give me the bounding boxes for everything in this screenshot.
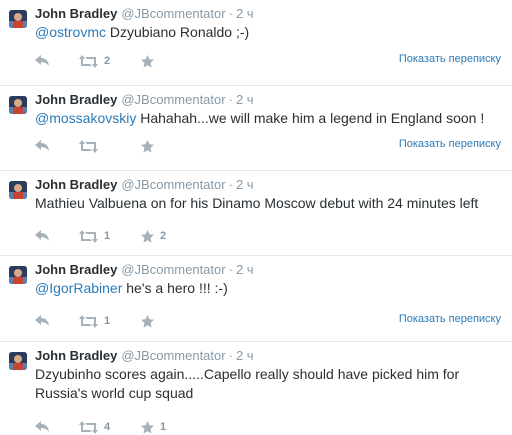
retweet-icon xyxy=(79,54,98,68)
author-name[interactable]: John Bradley xyxy=(35,6,117,21)
separator-dot: · xyxy=(228,177,233,192)
star-icon xyxy=(141,139,154,152)
retweet-button[interactable]: 1 xyxy=(79,227,110,245)
tweet-timestamp[interactable]: 2 ч xyxy=(236,262,254,277)
author-username[interactable]: @JBcommentator xyxy=(121,177,225,192)
mention-link[interactable]: @ostrovmc xyxy=(35,24,106,40)
author-username[interactable]: @JBcommentator xyxy=(121,6,225,21)
separator-dot: · xyxy=(228,262,233,277)
tweet-header: John Bradley @JBcommentator · 2 ч xyxy=(35,6,254,22)
mention-link[interactable]: @mossakovskiy xyxy=(35,110,136,126)
tweet-header: John Bradley @JBcommentator · 2 ч xyxy=(35,177,254,193)
avatar[interactable] xyxy=(9,266,27,284)
tweet-text: @IgorRabiner he's a hero !!! :-) xyxy=(35,279,505,298)
author-username[interactable]: @JBcommentator xyxy=(121,348,225,363)
author-name[interactable]: John Bradley xyxy=(35,348,117,363)
tweet-actions: Показать переписку xyxy=(35,137,505,155)
star-icon xyxy=(141,420,154,433)
tweet[interactable]: John Bradley @JBcommentator · 2 ч @ostrovmc… xyxy=(0,0,512,86)
author-name[interactable]: John Bradley xyxy=(35,262,117,277)
retweet-icon xyxy=(79,139,98,153)
avatar[interactable] xyxy=(9,10,27,28)
tweet-actions: 4 1 xyxy=(35,418,505,435)
avatar[interactable] xyxy=(9,181,27,199)
separator-dot: · xyxy=(228,92,233,107)
tweet[interactable]: John Bradley @JBcommentator · 2 ч @mossakov… xyxy=(0,86,512,171)
star-icon xyxy=(141,54,154,67)
avatar-image xyxy=(9,10,27,28)
retweet-button[interactable]: 4 xyxy=(79,418,110,435)
view-conversation-link[interactable]: Показать переписку xyxy=(399,53,501,65)
avatar-image xyxy=(9,181,27,199)
tweet-body: Hahahah...we will make him a legend in E… xyxy=(136,110,485,126)
tweet-actions: 2 Показать переписку xyxy=(35,52,505,70)
star-icon xyxy=(141,229,154,242)
retweet-button[interactable]: 2 xyxy=(79,52,110,70)
retweet-icon xyxy=(79,420,98,434)
reply-button[interactable] xyxy=(35,227,50,245)
avatar-image xyxy=(9,96,27,114)
avatar-image xyxy=(9,352,27,370)
tweet[interactable]: John Bradley @JBcommentator · 2 ч Dzyubinho… xyxy=(0,342,512,435)
reply-button[interactable] xyxy=(35,312,50,330)
reply-arrow-icon xyxy=(35,421,49,432)
reply-button[interactable] xyxy=(35,418,50,435)
tweet-body: he's a hero !!! :-) xyxy=(122,280,228,296)
retweet-button[interactable] xyxy=(79,137,104,155)
tweet-timestamp[interactable]: 2 ч xyxy=(236,177,254,192)
retweet-icon xyxy=(79,229,98,243)
retweet-count: 2 xyxy=(104,55,111,67)
author-name[interactable]: John Bradley xyxy=(35,177,117,192)
tweet-body: Dzyubinho scores again.....Capello reall… xyxy=(35,366,460,401)
tweet[interactable]: John Bradley @JBcommentator · 2 ч Mathieu V… xyxy=(0,171,512,256)
tweet-body: Dzyubiano Ronaldo ;-) xyxy=(106,24,250,40)
tweet-text: Mathieu Valbuena on for his Dinamo Mosco… xyxy=(35,194,505,213)
view-conversation-link[interactable]: Показать переписку xyxy=(399,313,501,325)
retweet-count: 4 xyxy=(104,421,111,433)
favorite-count: 1 xyxy=(160,421,167,433)
avatar-image xyxy=(9,266,27,284)
author-username[interactable]: @JBcommentator xyxy=(121,92,225,107)
author-username[interactable]: @JBcommentator xyxy=(121,262,225,277)
reply-arrow-icon xyxy=(35,230,49,241)
favorite-button[interactable]: 2 xyxy=(141,227,166,245)
retweet-icon xyxy=(79,314,98,328)
tweet-header: John Bradley @JBcommentator · 2 ч xyxy=(35,92,254,108)
avatar[interactable] xyxy=(9,96,27,114)
reply-arrow-icon xyxy=(35,315,49,326)
tweet-text: @ostrovmc Dzyubiano Ronaldo ;-) xyxy=(35,23,505,42)
tweet[interactable]: John Bradley @JBcommentator · 2 ч @IgorRabi… xyxy=(0,256,512,342)
avatar[interactable] xyxy=(9,352,27,370)
retweet-button[interactable]: 1 xyxy=(79,312,110,330)
mention-link[interactable]: @IgorRabiner xyxy=(35,280,122,296)
tweet-body: Mathieu Valbuena on for his Dinamo Mosco… xyxy=(35,195,479,211)
tweet-timeline: John Bradley @JBcommentator · 2 ч @ostrovmc… xyxy=(0,0,512,435)
favorite-button[interactable] xyxy=(141,312,160,330)
favorite-button[interactable] xyxy=(141,52,160,70)
author-name[interactable]: John Bradley xyxy=(35,92,117,107)
retweet-count: 1 xyxy=(104,315,111,327)
tweet-timestamp[interactable]: 2 ч xyxy=(236,348,254,363)
tweet-actions: 1 2 xyxy=(35,227,505,245)
reply-button[interactable] xyxy=(35,137,50,155)
tweet-header: John Bradley @JBcommentator · 2 ч xyxy=(35,348,254,364)
reply-arrow-icon xyxy=(35,55,49,66)
view-conversation-link[interactable]: Показать переписку xyxy=(399,138,501,150)
favorite-button[interactable]: 1 xyxy=(141,418,166,435)
favorite-count: 2 xyxy=(160,230,167,242)
retweet-count: 1 xyxy=(104,230,111,242)
tweet-text: Dzyubinho scores again.....Capello reall… xyxy=(35,365,505,403)
tweet-text: @mossakovskiy Hahahah...we will make him… xyxy=(35,109,505,128)
tweet-header: John Bradley @JBcommentator · 2 ч xyxy=(35,262,254,278)
reply-arrow-icon xyxy=(35,140,49,151)
tweet-timestamp[interactable]: 2 ч xyxy=(236,6,254,21)
tweet-actions: 1 Показать переписку xyxy=(35,312,505,330)
tweet-timestamp[interactable]: 2 ч xyxy=(236,92,254,107)
separator-dot: · xyxy=(228,348,233,363)
star-icon xyxy=(141,314,154,327)
separator-dot: · xyxy=(228,6,233,21)
favorite-button[interactable] xyxy=(141,137,160,155)
reply-button[interactable] xyxy=(35,52,50,70)
